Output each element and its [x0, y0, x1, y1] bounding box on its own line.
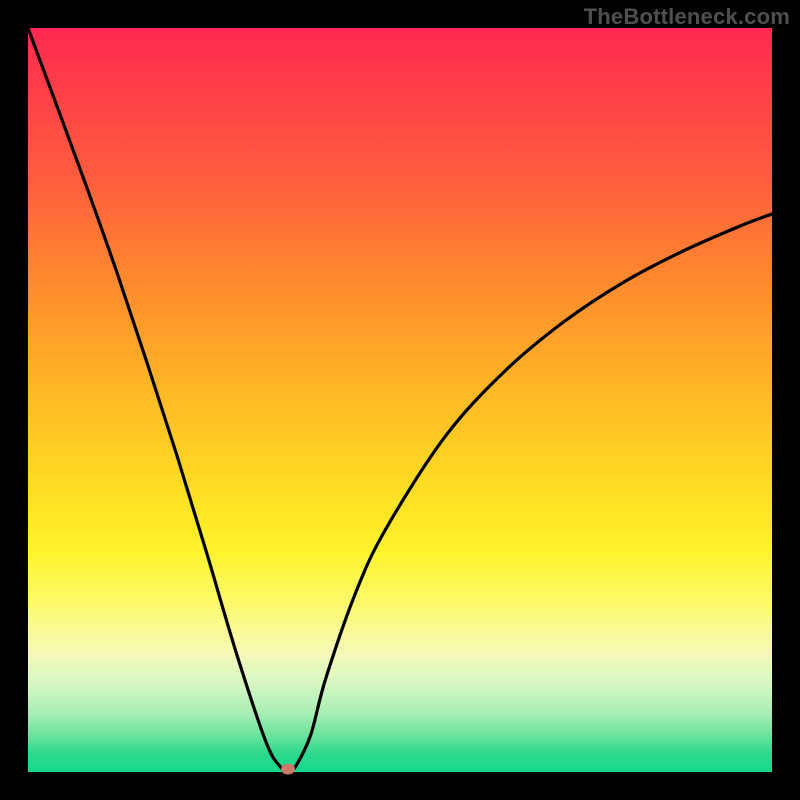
curve-svg: [28, 28, 772, 772]
min-marker: [281, 764, 295, 775]
plot-area: [28, 28, 772, 772]
chart-frame: TheBottleneck.com: [0, 0, 800, 800]
bottleneck-curve: [28, 28, 772, 772]
watermark-text: TheBottleneck.com: [584, 4, 790, 30]
